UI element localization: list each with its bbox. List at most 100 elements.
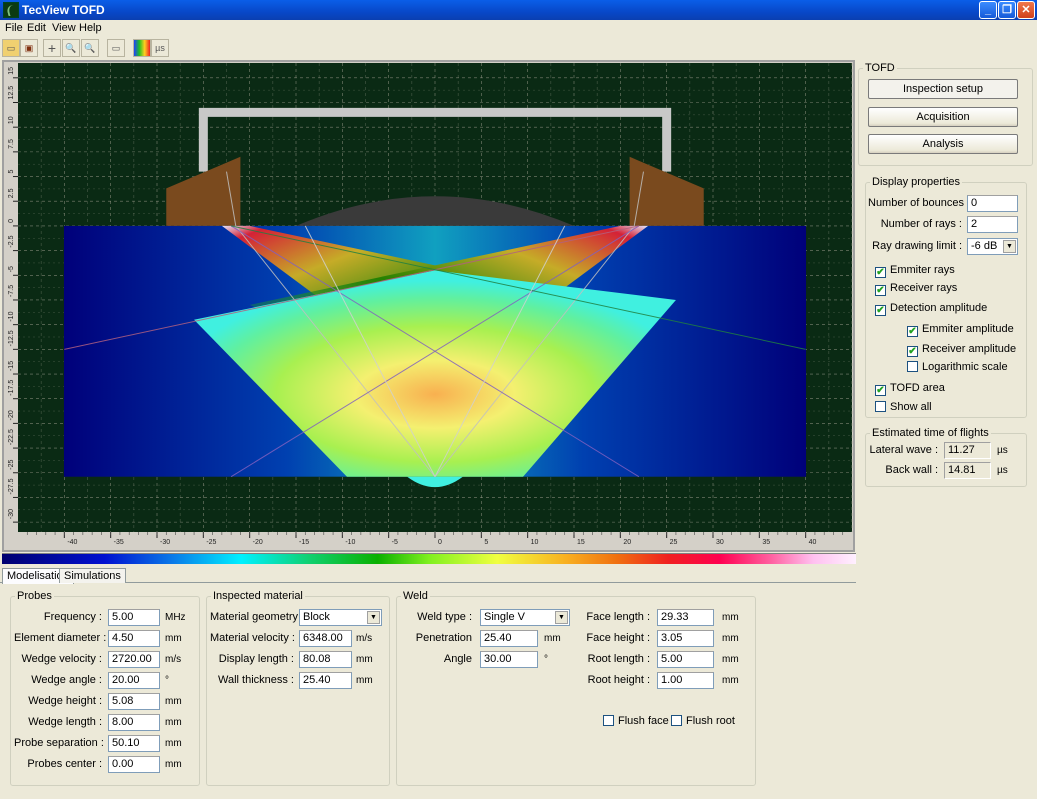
y-tick-label: 10 xyxy=(8,116,15,124)
receiver-rays-checkbox[interactable]: ✔ Receiver rays xyxy=(875,282,957,296)
tab-simulations[interactable]: Simulations xyxy=(59,568,126,583)
flush-face-label: Flush face xyxy=(618,715,669,727)
detection-amplitude-checkbox[interactable]: ✔ Detection amplitude xyxy=(875,302,987,316)
emmiter-amplitude-checkbox[interactable]: ✔ Emmiter amplitude xyxy=(907,323,1014,337)
material-velocity-input[interactable]: 6348.00 xyxy=(299,630,352,647)
checkbox-box[interactable]: ✔ xyxy=(907,346,918,357)
receiver-amplitude-checkbox[interactable]: ✔ Receiver amplitude xyxy=(907,343,1016,357)
weld-legend: Weld xyxy=(403,590,428,602)
color-palette-icon[interactable] xyxy=(133,39,151,57)
rays-input[interactable]: 2 xyxy=(967,216,1018,233)
menu-edit[interactable]: Edit xyxy=(27,22,46,34)
checkbox-box[interactable] xyxy=(671,715,682,726)
wedge-velocity-input[interactable]: 2720.00 xyxy=(108,651,160,668)
x-tick-label: 40 xyxy=(809,539,817,546)
weld-type-value: Single V xyxy=(484,611,525,623)
inspection-setup-button[interactable]: Inspection setup xyxy=(868,79,1018,99)
microseconds-icon[interactable]: µs xyxy=(151,39,169,57)
tofd-area-label: TOFD area xyxy=(890,382,945,394)
penetration-label: Penetration xyxy=(415,632,472,644)
probes-center-input[interactable]: 0.00 xyxy=(108,756,160,773)
save-icon[interactable]: ▣ xyxy=(20,39,38,57)
probe-separation-input[interactable]: 50.10 xyxy=(108,735,160,752)
checkbox-box[interactable]: ✔ xyxy=(875,285,886,296)
acquisition-button[interactable]: Acquisition xyxy=(868,107,1018,127)
emmiter-amplitude-label: Emmiter amplitude xyxy=(922,323,1014,335)
face-height-input[interactable]: 3.05 xyxy=(657,630,714,647)
open-folder-icon[interactable]: ▭ xyxy=(2,39,20,57)
y-tick-label: -10 xyxy=(8,311,15,321)
restore-button[interactable]: ❐ xyxy=(998,1,1016,19)
checkbox-box[interactable]: ✔ xyxy=(875,267,886,278)
tofd-simulation-plot[interactable]: -40 -35 -30 -25 -20 -15 -10 -5 0 5 10 15 20 25 30 35 40 1… xyxy=(4,62,853,550)
y-tick-label: 12.5 xyxy=(8,86,15,100)
chevron-down-icon[interactable]: ▼ xyxy=(367,611,380,624)
app-icon xyxy=(3,2,19,18)
flush-root-checkbox[interactable]: Flush root xyxy=(671,715,735,729)
wall-thickness-input[interactable]: 25.40 xyxy=(299,672,352,689)
close-button[interactable]: ✕ xyxy=(1017,1,1035,19)
flush-face-checkbox[interactable]: Flush face xyxy=(603,715,669,729)
ray-limit-value: -6 dB xyxy=(971,240,998,252)
x-tick-label: -35 xyxy=(114,539,124,546)
face-length-unit: mm xyxy=(722,612,739,623)
checkbox-box[interactable]: ✔ xyxy=(875,305,886,316)
menu-help[interactable]: Help xyxy=(79,22,102,34)
emmiter-rays-checkbox[interactable]: ✔ Emmiter rays xyxy=(875,264,955,278)
x-tick-label: 35 xyxy=(762,539,770,546)
wedge-length-input[interactable]: 8.00 xyxy=(108,714,160,731)
penetration-input[interactable]: 25.40 xyxy=(480,630,538,647)
display-length-input[interactable]: 80.08 xyxy=(299,651,352,668)
weld-type-select[interactable]: Single V ▼ xyxy=(480,609,570,626)
menu-view[interactable]: View xyxy=(52,22,76,34)
menu-file[interactable]: File xyxy=(5,22,23,34)
element-diameter-input[interactable]: 4.50 xyxy=(108,630,160,647)
flush-root-label: Flush root xyxy=(686,715,735,727)
ruler-icon[interactable]: ▭ xyxy=(107,39,125,57)
crosshair-icon[interactable]: + xyxy=(43,39,61,57)
checkbox-box[interactable] xyxy=(875,401,886,412)
wedge-height-label: Wedge height : xyxy=(28,695,102,707)
analysis-button[interactable]: Analysis xyxy=(868,134,1018,154)
probes-legend: Probes xyxy=(17,590,52,602)
show-all-checkbox[interactable]: Show all xyxy=(875,401,932,415)
wall-thickness-unit: mm xyxy=(356,675,373,686)
lateral-wave-unit: µs xyxy=(997,445,1008,456)
checkbox-box[interactable]: ✔ xyxy=(907,326,918,337)
chevron-down-icon[interactable]: ▼ xyxy=(555,611,568,624)
material-geometry-select[interactable]: Block ▼ xyxy=(299,609,382,626)
zoom-in-icon[interactable]: 🔍 xyxy=(62,39,80,57)
wedge-velocity-label: Wedge velocity : xyxy=(21,653,102,665)
weld-angle-input[interactable]: 30.00 xyxy=(480,651,538,668)
root-length-input[interactable]: 5.00 xyxy=(657,651,714,668)
checkbox-box[interactable] xyxy=(603,715,614,726)
display-length-unit: mm xyxy=(356,654,373,665)
checkbox-box[interactable] xyxy=(907,361,918,372)
time-of-flights-legend: Estimated time of flights xyxy=(872,427,989,439)
detection-amplitude-label: Detection amplitude xyxy=(890,302,988,314)
title-bar: TecView TOFD _ ❐ ✕ xyxy=(0,0,1037,20)
receiver-amplitude-label: Receiver amplitude xyxy=(922,343,1017,355)
face-length-input[interactable]: 29.33 xyxy=(657,609,714,626)
weld-angle-label: Angle xyxy=(443,653,472,665)
zoom-out-icon[interactable]: 🔍 xyxy=(81,39,99,57)
logarithmic-scale-checkbox[interactable]: Logarithmic scale xyxy=(907,361,1008,375)
frequency-input[interactable]: 5.00 xyxy=(108,609,160,626)
probes-center-unit: mm xyxy=(165,759,182,770)
root-height-input[interactable]: 1.00 xyxy=(657,672,714,689)
chevron-down-icon[interactable]: ▼ xyxy=(1003,240,1016,253)
window-title: TecView TOFD xyxy=(22,3,105,17)
y-tick-label: -27.5 xyxy=(8,478,15,494)
bounces-input[interactable]: 0 xyxy=(967,195,1018,212)
checkbox-box[interactable]: ✔ xyxy=(875,385,886,396)
tofd-area-checkbox[interactable]: ✔ TOFD area xyxy=(875,382,945,396)
x-tick-label: 25 xyxy=(670,539,678,546)
back-wall-value: 14.81 xyxy=(944,462,991,479)
wedge-angle-input[interactable]: 20.00 xyxy=(108,672,160,689)
wedge-velocity-unit: m/s xyxy=(165,654,182,665)
wedge-height-input[interactable]: 5.08 xyxy=(108,693,160,710)
ray-limit-select[interactable]: -6 dB ▼ xyxy=(967,238,1018,255)
minimize-button[interactable]: _ xyxy=(979,1,997,19)
bounces-label: Number of bounces : xyxy=(868,197,971,209)
material-geometry-label: Material geometry : xyxy=(210,611,305,623)
